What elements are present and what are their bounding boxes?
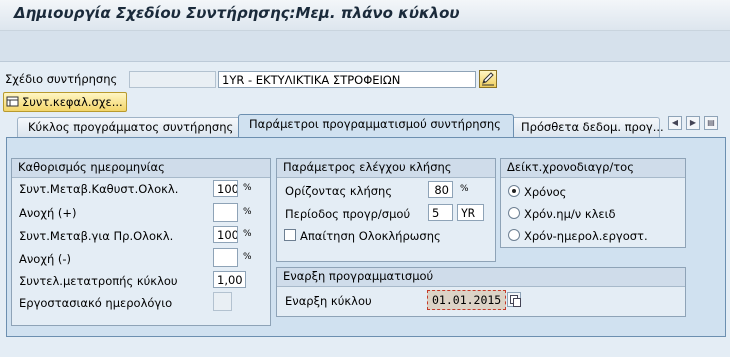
- call-horizon-label: Ορίζοντας κλήσης: [285, 184, 393, 198]
- application-toolbar: [0, 31, 730, 62]
- late-completion-shift-unit: %: [243, 183, 252, 193]
- call-horizon-field[interactable]: 80: [428, 181, 453, 198]
- scheduling-interval-unit-field[interactable]: YR: [457, 204, 484, 221]
- radio-time-key-date[interactable]: [508, 207, 520, 219]
- window-title: Δημιουργία Σχεδίου Συντήρησης:Μεμ. πλάνο…: [14, 4, 460, 22]
- early-completion-shift-unit: %: [243, 229, 252, 239]
- header-button-label: Συντ.κεφαλ.σχε...: [22, 95, 123, 109]
- early-completion-shift-field[interactable]: 100: [213, 226, 238, 243]
- cycle-start-label: Εναρξη κύκλου: [285, 294, 372, 308]
- radio-time-factory-calendar-label: Χρόν-ημερολ.εργοστ.: [524, 229, 648, 243]
- tab-scroll-right-icon[interactable]: ▶: [686, 116, 700, 130]
- header-button[interactable]: Συντ.κεφαλ.σχε...: [3, 92, 127, 112]
- tolerance-minus-label: Ανοχή (-): [19, 252, 72, 266]
- tab-additional-data[interactable]: Πρόσθετα δεδομ. προγ...: [510, 117, 664, 137]
- tolerance-minus-field[interactable]: [213, 248, 238, 267]
- early-completion-shift-label: Συντ.Μεταβ.για Πρ.Ολοκλ.: [19, 229, 174, 243]
- scheduling-interval-label: Περίοδος προγρ/σμού: [285, 207, 411, 221]
- tab-strip: Κύκλος προγράμματος συντήρησης Παράμετρο…: [0, 114, 730, 138]
- scheduling-interval-field[interactable]: 5: [428, 204, 453, 221]
- plan-text-field[interactable]: 1YR - ΕΚΤΥΛΙΚΤΙΚΑ ΣΤΡΟΦΕΙΩΝ: [218, 71, 476, 88]
- tab-maintenance-cycle[interactable]: Κύκλος προγράμματος συντήρησης: [17, 117, 242, 137]
- tab-scheduling-parameters[interactable]: Παράμετροι προγραμματισμού συντήρησης: [238, 114, 514, 137]
- radio-time-key-date-label: Χρόν.ημ/ν κλειδ: [524, 207, 616, 221]
- call-horizon-unit: %: [460, 184, 469, 194]
- tolerance-plus-unit: %: [243, 207, 252, 217]
- call-control-title: Παράμετρος ελέγχου κλήσης: [277, 159, 495, 178]
- calendar-picker-icon[interactable]: [507, 292, 521, 307]
- factory-calendar-label: Εργοστασιακό ημερολόγιο: [19, 296, 173, 310]
- pencil-icon: [482, 72, 494, 86]
- tolerance-minus-unit: %: [243, 252, 252, 262]
- radio-time[interactable]: [508, 185, 520, 197]
- late-completion-shift-label: Συντ.Μεταβ.Καθυστ.Ολοκλ.: [19, 182, 179, 196]
- radio-time-label: Χρόνος: [524, 185, 567, 199]
- date-determination-title: Καθορισμός ημερομηνίας: [12, 159, 270, 178]
- cycle-start-field[interactable]: 01.01.2015: [427, 290, 506, 310]
- tab-list-icon[interactable]: ▤: [704, 116, 718, 130]
- cycle-modification-factor-label: Συντελ.μετατροπής κύκλου: [19, 274, 178, 288]
- cycle-modification-factor-field[interactable]: 1,00: [213, 271, 246, 288]
- maintenance-header-icon: [6, 96, 19, 107]
- edit-text-button[interactable]: [479, 70, 497, 88]
- radio-time-factory-calendar[interactable]: [508, 229, 520, 241]
- completion-requirement-label: Απαίτηση Ολοκλήρωσης: [300, 229, 441, 243]
- factory-calendar-field[interactable]: [213, 292, 232, 311]
- late-completion-shift-field[interactable]: 100: [213, 180, 238, 197]
- plan-number-field: [129, 71, 216, 88]
- completion-requirement-checkbox[interactable]: [284, 229, 296, 241]
- tolerance-plus-label: Ανοχή (+): [19, 206, 77, 220]
- plan-label: Σχέδιο συντήρησης: [5, 72, 118, 86]
- tab-scroll-left-icon[interactable]: ◀: [668, 116, 682, 130]
- tolerance-plus-field[interactable]: [213, 203, 238, 222]
- start-scheduling-title: Εναρξη προγραμματισμού: [277, 268, 685, 287]
- title-bar: Δημιουργία Σχεδίου Συντήρησης:Μεμ. πλάνο…: [0, 0, 730, 31]
- scheduling-indicator-title: Δείκτ.χρονοδιαγρ/τος: [501, 159, 685, 178]
